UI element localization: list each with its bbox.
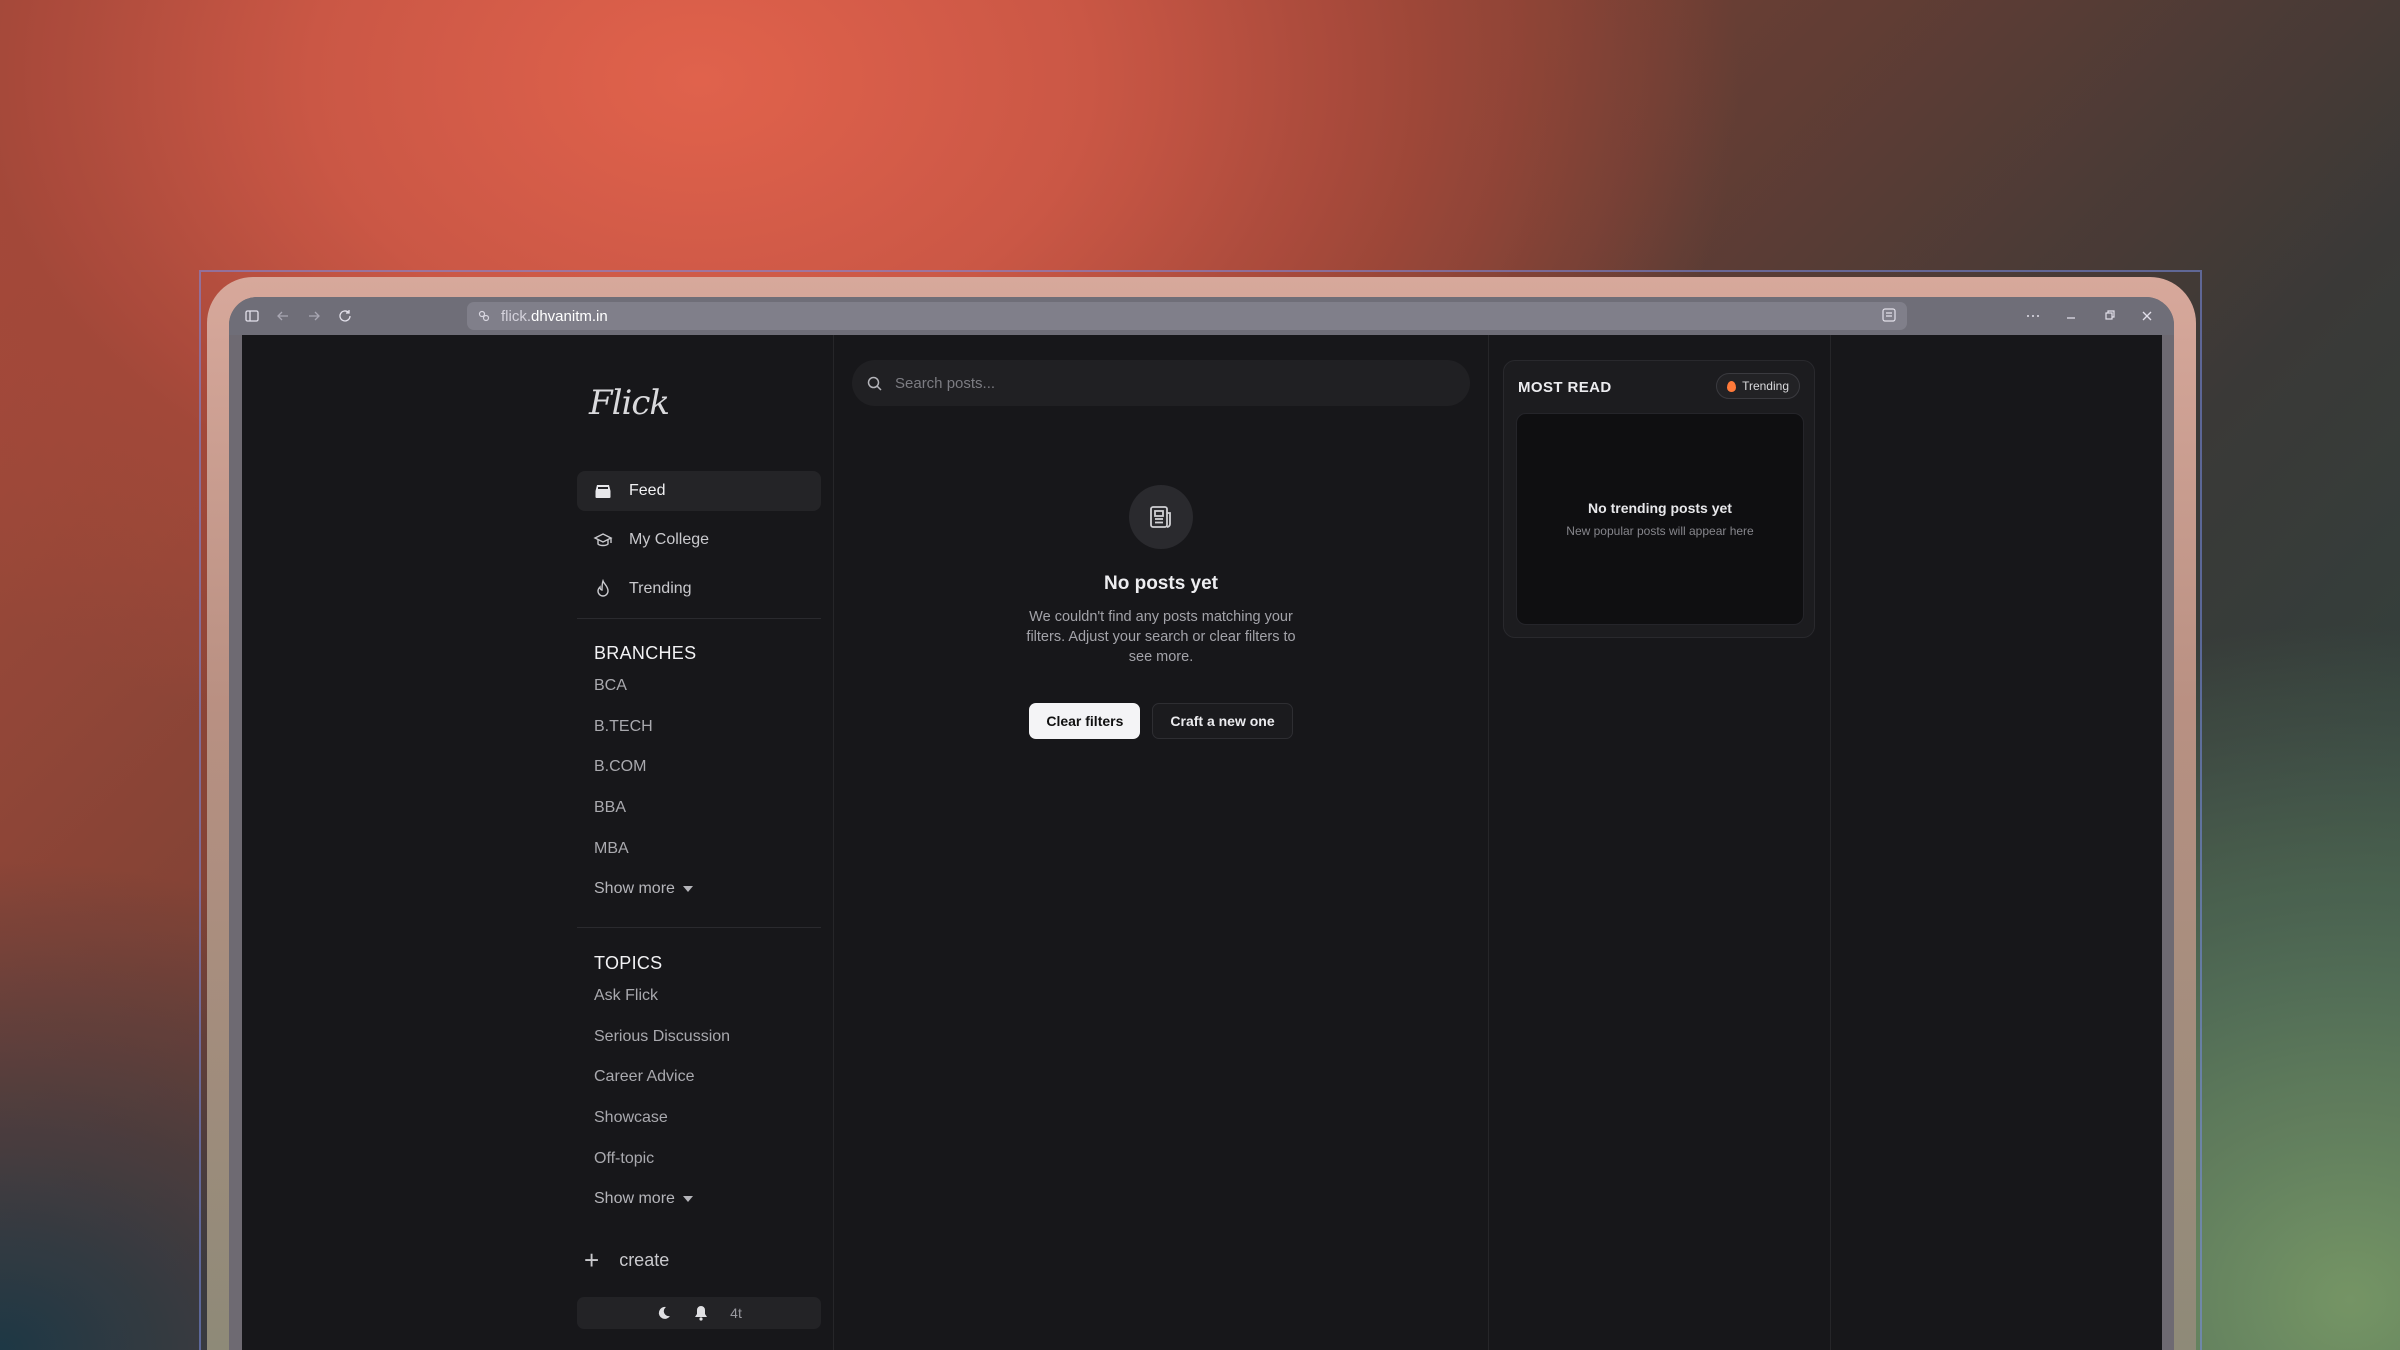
back-arrow-icon[interactable]	[268, 301, 298, 331]
branches-heading: BRANCHES	[594, 643, 697, 663]
browser-toolbar: flick.dhvanitm.in	[229, 297, 2174, 335]
topic-item-showcase[interactable]: Showcase	[594, 1098, 730, 1139]
most-read-empty: No trending posts yet New popular posts …	[1516, 413, 1804, 625]
branches-list: BCA B.TECH B.COM BBA MBA Show more	[594, 666, 693, 909]
flame-icon	[597, 579, 609, 597]
topics-show-more-button[interactable]: Show more	[594, 1179, 730, 1219]
nav-label: Feed	[629, 482, 666, 499]
nav-item-feed[interactable]: Feed	[577, 471, 821, 511]
moon-icon[interactable]	[656, 1305, 672, 1321]
device-frame: flick.dhvanitm.in Flick Feed My College …	[207, 277, 2196, 1350]
browser-window: flick.dhvanitm.in Flick Feed My College …	[229, 297, 2174, 1350]
restore-icon[interactable]	[2094, 301, 2124, 331]
empty-state-description: We couldn't find any posts matching your…	[1026, 609, 1296, 665]
url-text: flick.dhvanitm.in	[501, 307, 608, 325]
branch-item-bcom[interactable]: B.COM	[594, 747, 693, 788]
branches-show-more-button[interactable]: Show more	[594, 869, 693, 909]
search-icon	[866, 375, 883, 392]
most-read-empty-title: No trending posts yet	[1588, 500, 1732, 516]
site-settings-icon[interactable]	[477, 309, 491, 323]
address-bar[interactable]: flick.dhvanitm.in	[467, 302, 1907, 330]
trending-badge[interactable]: Trending	[1716, 373, 1800, 399]
caret-down-icon	[682, 1195, 693, 1202]
nav-item-trending[interactable]: Trending	[577, 569, 821, 609]
search-input[interactable]	[895, 374, 1435, 392]
graduation-cap-icon	[593, 533, 613, 547]
branches-divider	[577, 927, 821, 928]
most-read-title: MOST READ	[1518, 379, 1612, 396]
create-button[interactable]: + create	[584, 1245, 669, 1276]
sidebar-bottom-bar: 4t	[577, 1297, 821, 1329]
branch-item-mba[interactable]: MBA	[594, 828, 693, 869]
craft-new-post-button[interactable]: Craft a new one	[1152, 703, 1293, 739]
topic-item-ask-flick[interactable]: Ask Flick	[594, 976, 730, 1017]
more-options-icon[interactable]	[2018, 301, 2048, 331]
bottom-bar-badge[interactable]: 4t	[730, 1305, 742, 1321]
minimize-icon[interactable]	[2056, 301, 2086, 331]
nav-label: My College	[629, 531, 710, 548]
empty-state-actions: Clear filters Craft a new one	[1029, 703, 1293, 739]
reload-icon[interactable]	[330, 301, 360, 331]
inbox-icon	[595, 485, 611, 498]
nav-item-my-college[interactable]: My College	[577, 520, 821, 560]
search-bar[interactable]	[852, 360, 1470, 406]
clear-filters-button[interactable]: Clear filters	[1029, 703, 1141, 739]
forward-arrow-icon[interactable]	[299, 301, 329, 331]
trending-badge-label: Trending	[1742, 379, 1789, 393]
primary-nav: Feed My College Trending	[577, 471, 821, 618]
nav-divider	[577, 618, 821, 619]
feed-column: No posts yet We couldn't find any posts …	[834, 335, 1489, 1350]
topics-heading: TOPICS	[594, 953, 663, 973]
right-column: MOST READ Trending No trending posts yet…	[1489, 335, 1831, 1350]
caret-down-icon	[682, 885, 693, 892]
plus-icon: +	[584, 1245, 600, 1275]
left-sidebar: Flick Feed My College Trending BRANCHES …	[242, 335, 834, 1350]
branch-item-bca[interactable]: BCA	[594, 666, 693, 707]
reader-mode-icon[interactable]	[1881, 307, 1897, 328]
empty-state: No posts yet We couldn't find any posts …	[834, 485, 1488, 739]
branch-item-btech[interactable]: B.TECH	[594, 707, 693, 748]
nav-label: Trending	[629, 580, 692, 597]
topic-item-serious-discussion[interactable]: Serious Discussion	[594, 1017, 730, 1058]
show-more-label: Show more	[594, 879, 675, 897]
create-label: create	[619, 1250, 670, 1270]
branch-item-bba[interactable]: BBA	[594, 788, 693, 829]
most-read-empty-subtitle: New popular posts will appear here	[1566, 524, 1754, 538]
app-logo[interactable]: Flick	[589, 383, 670, 423]
newspaper-icon	[1129, 485, 1193, 549]
app-viewport: Flick Feed My College Trending BRANCHES …	[242, 335, 2162, 1350]
bell-icon[interactable]	[694, 1305, 708, 1321]
flame-icon	[1727, 380, 1737, 392]
close-icon[interactable]	[2132, 301, 2162, 331]
sidebar-toggle-icon[interactable]	[237, 301, 267, 331]
topic-item-off-topic[interactable]: Off-topic	[594, 1138, 730, 1179]
most-read-card: MOST READ Trending No trending posts yet…	[1503, 360, 1815, 638]
topics-list: Ask Flick Serious Discussion Career Advi…	[594, 976, 730, 1219]
topic-item-career-advice[interactable]: Career Advice	[594, 1057, 730, 1098]
show-more-label: Show more	[594, 1189, 675, 1207]
empty-state-title: No posts yet	[1103, 573, 1219, 594]
